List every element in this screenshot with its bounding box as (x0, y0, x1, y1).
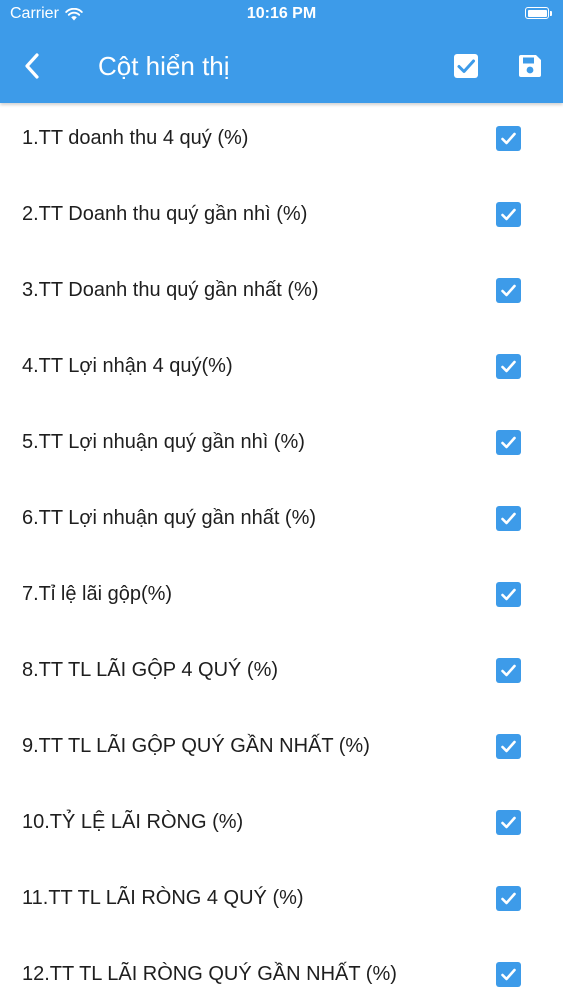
column-option-label: 2.TT Doanh thu quý gần nhì (%) (22, 203, 308, 225)
checkmark-icon (501, 588, 516, 601)
column-option-label: 8.TT TL LÃI GỘP 4 QUÝ (%) (22, 659, 279, 681)
column-option-checkbox[interactable] (496, 506, 521, 531)
status-bar: Carrier 10:16 PM (0, 0, 563, 30)
column-option-row[interactable]: 5.TT Lợi nhuận quý gần nhì (%) (0, 407, 563, 483)
checkmark-icon (501, 664, 516, 677)
column-option-checkbox[interactable] (496, 202, 521, 227)
column-option-label: 7.Tỉ lệ lãi gộp(%) (22, 583, 173, 605)
column-option-row[interactable]: 7.Tỉ lệ lãi gộp(%) (0, 559, 563, 635)
page-title: Cột hiển thị (98, 51, 230, 81)
column-option-label: 10.TỶ LỆ LÃI RÒNG (%) (22, 811, 244, 833)
column-option-label: 5.TT Lợi nhuận quý gần nhì (%) (22, 431, 305, 453)
back-button[interactable] (14, 46, 50, 86)
column-option-row[interactable]: 9.TT TL LÃI GỘP QUÝ GẦN NHẤT (%) (0, 711, 563, 787)
column-option-row[interactable]: 10.TỶ LỆ LÃI RÒNG (%) (0, 787, 563, 863)
column-option-row[interactable]: 12.TT TL LÃI RÒNG QUÝ GẦN NHẤT (%) (0, 939, 563, 1000)
checkmark-icon (501, 892, 516, 905)
column-option-label: 12.TT TL LÃI RÒNG QUÝ GẦN NHẤT (%) (22, 963, 397, 985)
save-button[interactable] (510, 46, 550, 86)
column-option-row[interactable]: 2.TT Doanh thu quý gần nhì (%) (0, 179, 563, 255)
column-list: 1.TT doanh thu 4 quý (%) 2.TT Doanh thu q… (0, 103, 563, 1000)
column-option-checkbox[interactable] (496, 962, 521, 987)
column-option-checkbox[interactable] (496, 658, 521, 683)
checkmark-icon (501, 436, 516, 449)
battery-icon (525, 7, 552, 19)
chevron-left-icon (25, 53, 39, 79)
checkmark-icon (501, 968, 516, 981)
checkmark-icon (501, 284, 516, 297)
column-option-checkbox[interactable] (496, 430, 521, 455)
checkmark-icon (501, 740, 516, 753)
column-option-row[interactable]: 4.TT Lợi nhận 4 quý(%) (0, 331, 563, 407)
column-option-checkbox[interactable] (496, 886, 521, 911)
column-option-checkbox[interactable] (496, 582, 521, 607)
column-option-row[interactable]: 8.TT TL LÃI GỘP 4 QUÝ (%) (0, 635, 563, 711)
column-option-label: 6.TT Lợi nhuận quý gần nhất (%) (22, 507, 317, 529)
column-option-row[interactable]: 6.TT Lợi nhuận quý gần nhất (%) (0, 483, 563, 559)
column-option-row[interactable]: 1.TT doanh thu 4 quý (%) (0, 103, 563, 179)
column-option-label: 11.TT TL LÃI RÒNG 4 QUÝ (%) (22, 887, 304, 909)
column-option-label: 4.TT Lợi nhận 4 quý(%) (22, 355, 233, 377)
floppy-disk-icon (519, 55, 541, 77)
checkmark-icon (501, 360, 516, 373)
checkmark-icon (501, 132, 516, 145)
column-option-row[interactable]: 3.TT Doanh thu quý gần nhất (%) (0, 255, 563, 331)
checkmark-icon (501, 512, 516, 525)
column-option-checkbox[interactable] (496, 354, 521, 379)
column-option-checkbox[interactable] (496, 810, 521, 835)
app-header: Carrier 10:16 PM Cột hiển thị (0, 0, 563, 103)
column-option-checkbox[interactable] (496, 278, 521, 303)
checkbox-checked-icon (454, 54, 478, 78)
checkmark-icon (501, 816, 516, 829)
select-all-button[interactable] (446, 46, 486, 86)
column-option-label: 9.TT TL LÃI GỘP QUÝ GẦN NHẤT (%) (22, 735, 370, 757)
column-option-checkbox[interactable] (496, 734, 521, 759)
status-time: 10:16 PM (246, 5, 317, 22)
column-option-row[interactable]: 11.TT TL LÃI RÒNG 4 QUÝ (%) (0, 863, 563, 939)
checkmark-icon (501, 208, 516, 221)
column-option-label: 3.TT Doanh thu quý gần nhất (%) (22, 279, 319, 301)
column-option-checkbox[interactable] (496, 126, 521, 151)
column-option-label: 1.TT doanh thu 4 quý (%) (22, 127, 249, 149)
